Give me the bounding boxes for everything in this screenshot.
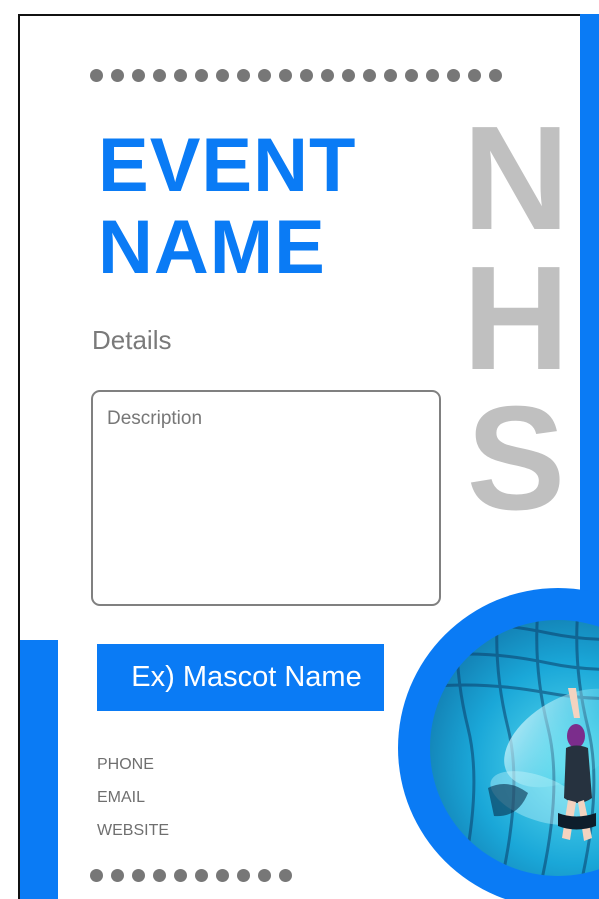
dot xyxy=(426,69,439,82)
frame-top-border xyxy=(18,14,599,16)
dot xyxy=(216,869,229,882)
description-text: Description xyxy=(107,408,203,429)
dot xyxy=(447,69,460,82)
dot xyxy=(237,869,250,882)
side-letters: N H S xyxy=(463,104,570,541)
dot xyxy=(342,69,355,82)
left-accent-bar xyxy=(20,640,58,899)
swimmer-photo-icon xyxy=(398,588,599,899)
contact-email[interactable]: EMAIL xyxy=(97,788,169,821)
dot xyxy=(153,69,166,82)
dot xyxy=(258,69,271,82)
flyer-page: EVENT NAME Details Description N H S Ex)… xyxy=(0,0,599,899)
event-title-line1: EVENT xyxy=(98,123,357,208)
dot xyxy=(90,869,103,882)
dot xyxy=(279,69,292,82)
contact-list: PHONE EMAIL WEBSITE xyxy=(97,755,169,854)
dot xyxy=(195,69,208,82)
side-letter-n: N xyxy=(462,96,570,261)
dot xyxy=(111,869,124,882)
dot xyxy=(258,869,271,882)
details-label: Details xyxy=(92,325,172,355)
event-title-line2: NAME xyxy=(98,205,326,290)
dot xyxy=(132,69,145,82)
dot xyxy=(174,69,187,82)
dot xyxy=(90,69,103,82)
dot xyxy=(279,869,292,882)
dot xyxy=(405,69,418,82)
description-box[interactable]: Description xyxy=(91,390,441,606)
dot xyxy=(153,869,166,882)
side-letter-s: S xyxy=(466,376,566,541)
dot xyxy=(195,869,208,882)
contact-phone[interactable]: PHONE xyxy=(97,755,169,788)
dot xyxy=(132,869,145,882)
event-title: EVENT NAME xyxy=(98,125,356,289)
swimmer-photo-circle xyxy=(398,588,599,899)
dot xyxy=(468,69,481,82)
dot xyxy=(300,69,313,82)
dot xyxy=(363,69,376,82)
dot xyxy=(384,69,397,82)
dot xyxy=(237,69,250,82)
dot xyxy=(216,69,229,82)
right-accent-bar xyxy=(580,14,599,614)
side-letter-h: H xyxy=(462,236,570,401)
dot xyxy=(321,69,334,82)
dot xyxy=(174,869,187,882)
contact-website[interactable]: WEBSITE xyxy=(97,821,169,854)
dot xyxy=(111,69,124,82)
bottom-dot-row xyxy=(90,869,292,882)
mascot-name-button[interactable]: Ex) Mascot Name xyxy=(97,644,384,711)
top-dot-row xyxy=(90,69,502,82)
dot xyxy=(489,69,502,82)
